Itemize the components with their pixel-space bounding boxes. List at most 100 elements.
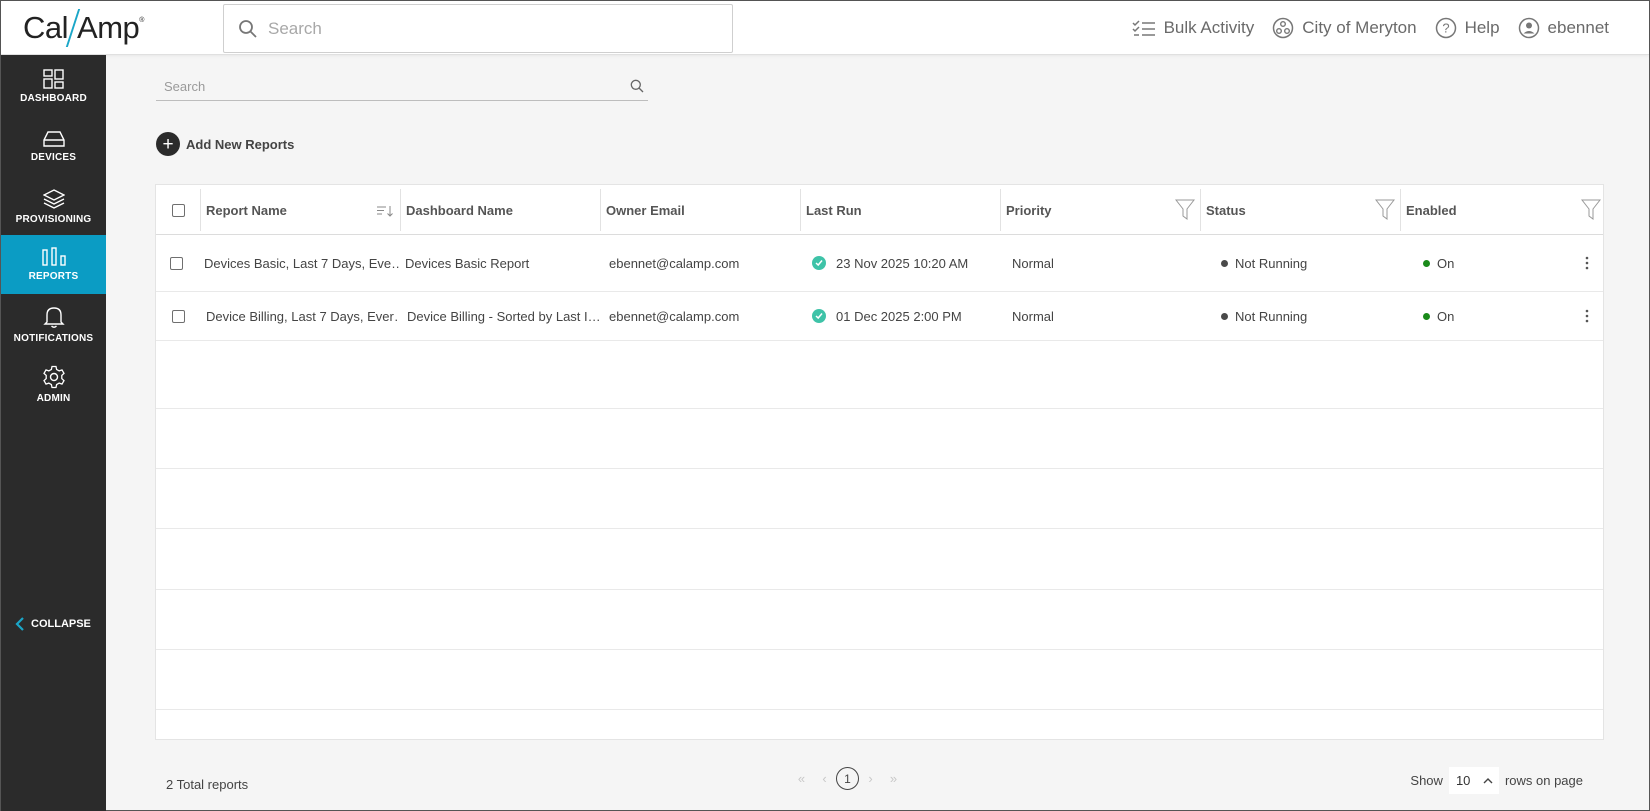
devices-icon bbox=[42, 131, 65, 147]
current-page-button[interactable]: 1 bbox=[836, 767, 859, 790]
column-header-owner-email[interactable]: Owner Email bbox=[601, 185, 801, 235]
empty-table-row bbox=[156, 409, 1603, 469]
bulk-activity-label: Bulk Activity bbox=[1163, 18, 1255, 37]
cell-enabled: On bbox=[1423, 292, 1503, 340]
filter-icon[interactable] bbox=[1581, 199, 1601, 221]
filter-icon[interactable] bbox=[1175, 199, 1195, 221]
column-header-report-name[interactable]: Report Name bbox=[201, 185, 401, 235]
next-page-button[interactable]: › bbox=[859, 771, 882, 786]
status-dot bbox=[1221, 312, 1228, 320]
search-icon bbox=[239, 19, 257, 38]
cell-priority: Normal bbox=[1012, 255, 1054, 271]
sidebar-item-dashboard[interactable]: DASHBOARD bbox=[1, 57, 106, 116]
rows-per-page-select[interactable]: 10 bbox=[1448, 767, 1499, 794]
reports-search-input[interactable] bbox=[156, 79, 606, 94]
collapse-sidebar-button[interactable]: COLLAPSE bbox=[15, 616, 91, 632]
sidebar-item-notifications[interactable]: NOTIFICATIONS bbox=[1, 295, 106, 354]
global-search-input[interactable] bbox=[268, 18, 708, 39]
table-row[interactable]: Devices Basic, Last 7 Days, Eve… Devices… bbox=[156, 235, 1603, 292]
help-label: Help bbox=[1464, 18, 1500, 37]
user-menu[interactable]: ebennet bbox=[1518, 17, 1609, 39]
status-value: Not Running bbox=[1235, 255, 1308, 271]
sidebar-item-provisioning[interactable]: PROVISIONING bbox=[1, 177, 106, 236]
column-header-status[interactable]: Status bbox=[1201, 185, 1401, 235]
checklist-icon bbox=[1132, 20, 1155, 36]
filter-icon[interactable] bbox=[1375, 199, 1395, 221]
calamp-logo[interactable]: Cal Amp ® bbox=[23, 9, 144, 47]
previous-page-button[interactable]: ‹ bbox=[813, 771, 836, 786]
column-label: Owner Email bbox=[606, 202, 685, 218]
status-value: Not Running bbox=[1235, 308, 1308, 324]
column-header-dashboard-name[interactable]: Dashboard Name bbox=[401, 185, 601, 235]
global-search-box[interactable] bbox=[223, 4, 733, 53]
search-icon bbox=[630, 79, 644, 93]
organization-label: City of Meryton bbox=[1302, 18, 1417, 37]
success-check-icon bbox=[812, 256, 826, 270]
last-run-value: 23 Nov 2025 10:20 AM bbox=[836, 255, 969, 271]
sidebar-item-label: DASHBOARD bbox=[20, 93, 87, 104]
column-header-last-run[interactable]: Last Run bbox=[801, 185, 1001, 235]
top-header: Cal Amp ® Bulk Activity City of Meryton … bbox=[1, 1, 1649, 55]
last-page-button[interactable]: » bbox=[882, 771, 905, 786]
plus-icon: + bbox=[156, 132, 180, 156]
logo-registered-mark: ® bbox=[139, 17, 144, 24]
bell-icon bbox=[42, 307, 65, 328]
column-label: Enabled bbox=[1406, 202, 1457, 218]
reports-icon bbox=[41, 247, 66, 266]
help-button[interactable]: ? Help bbox=[1435, 17, 1500, 39]
enabled-value: On bbox=[1437, 308, 1455, 324]
rows-suffix-label: rows on page bbox=[1504, 773, 1583, 788]
add-new-reports-button[interactable]: + Add New Reports bbox=[156, 132, 294, 156]
cell-report-name[interactable]: Device Billing, Last 7 Days, Ever… bbox=[206, 292, 399, 340]
sidebar-item-label: NOTIFICATIONS bbox=[13, 333, 94, 344]
column-label: Report Name bbox=[206, 202, 287, 218]
help-icon: ? bbox=[1435, 17, 1456, 39]
sidebar-item-admin[interactable]: ADMIN bbox=[1, 355, 106, 414]
table-header: Report Name Dashboard Name Owner Email L… bbox=[156, 185, 1603, 235]
cell-dashboard-name[interactable]: Device Billing - Sorted by Last I… bbox=[407, 292, 600, 340]
cell-dashboard-name[interactable]: Devices Basic Report bbox=[405, 235, 600, 291]
row-checkbox[interactable] bbox=[170, 256, 183, 270]
empty-table-row bbox=[156, 650, 1603, 710]
status-dot bbox=[1221, 259, 1228, 267]
rows-per-page-control: Show 10 rows on page bbox=[1410, 767, 1583, 794]
cell-report-name[interactable]: Devices Basic, Last 7 Days, Eve… bbox=[204, 235, 399, 291]
sidebar-item-devices[interactable]: DEVICES bbox=[1, 117, 106, 176]
column-header-priority[interactable]: Priority bbox=[1001, 185, 1201, 235]
column-label: Priority bbox=[1006, 202, 1052, 218]
logo-text-left: Cal bbox=[23, 10, 69, 45]
layers-icon bbox=[42, 189, 65, 209]
organization-selector[interactable]: City of Meryton bbox=[1272, 17, 1417, 39]
row-checkbox[interactable] bbox=[172, 309, 185, 323]
column-header-enabled[interactable]: Enabled bbox=[1401, 185, 1603, 235]
row-select-cell bbox=[170, 235, 183, 291]
collapse-label: COLLAPSE bbox=[31, 618, 91, 630]
gear-icon bbox=[42, 365, 65, 389]
reports-search-box[interactable] bbox=[156, 73, 648, 101]
cell-last-run: 01 Dec 2025 2:00 PM bbox=[812, 292, 1002, 340]
sidebar-item-label: REPORTS bbox=[28, 271, 79, 282]
total-reports-count: 2 Total reports bbox=[166, 777, 249, 792]
column-label: Status bbox=[1206, 202, 1246, 218]
organization-icon bbox=[1273, 17, 1294, 39]
row-select-cell bbox=[172, 292, 185, 340]
bulk-activity-button[interactable]: Bulk Activity bbox=[1132, 18, 1255, 38]
sidebar-item-label: DEVICES bbox=[30, 152, 77, 163]
sidebar-item-label: ADMIN bbox=[36, 393, 71, 404]
select-all-checkbox[interactable] bbox=[172, 203, 185, 217]
first-page-button[interactable]: « bbox=[790, 771, 813, 786]
cell-owner-email: ebennet@calamp.com bbox=[609, 255, 740, 271]
column-label: Last Run bbox=[806, 202, 862, 218]
dashboard-icon bbox=[42, 69, 64, 89]
reports-table: Report Name Dashboard Name Owner Email L… bbox=[155, 184, 1604, 740]
sidebar-item-label: PROVISIONING bbox=[15, 214, 92, 225]
cell-status: Not Running bbox=[1221, 292, 1391, 340]
sort-descending-icon[interactable] bbox=[377, 205, 393, 217]
table-row[interactable]: Device Billing, Last 7 Days, Ever… Devic… bbox=[156, 292, 1603, 341]
more-options-icon[interactable] bbox=[1585, 256, 1589, 270]
empty-table-row bbox=[156, 590, 1603, 650]
more-options-icon[interactable] bbox=[1585, 309, 1589, 323]
add-new-reports-label: Add New Reports bbox=[186, 136, 295, 152]
cell-last-run: 23 Nov 2025 10:20 AM bbox=[812, 235, 1002, 291]
sidebar-item-reports[interactable]: REPORTS bbox=[1, 235, 106, 294]
